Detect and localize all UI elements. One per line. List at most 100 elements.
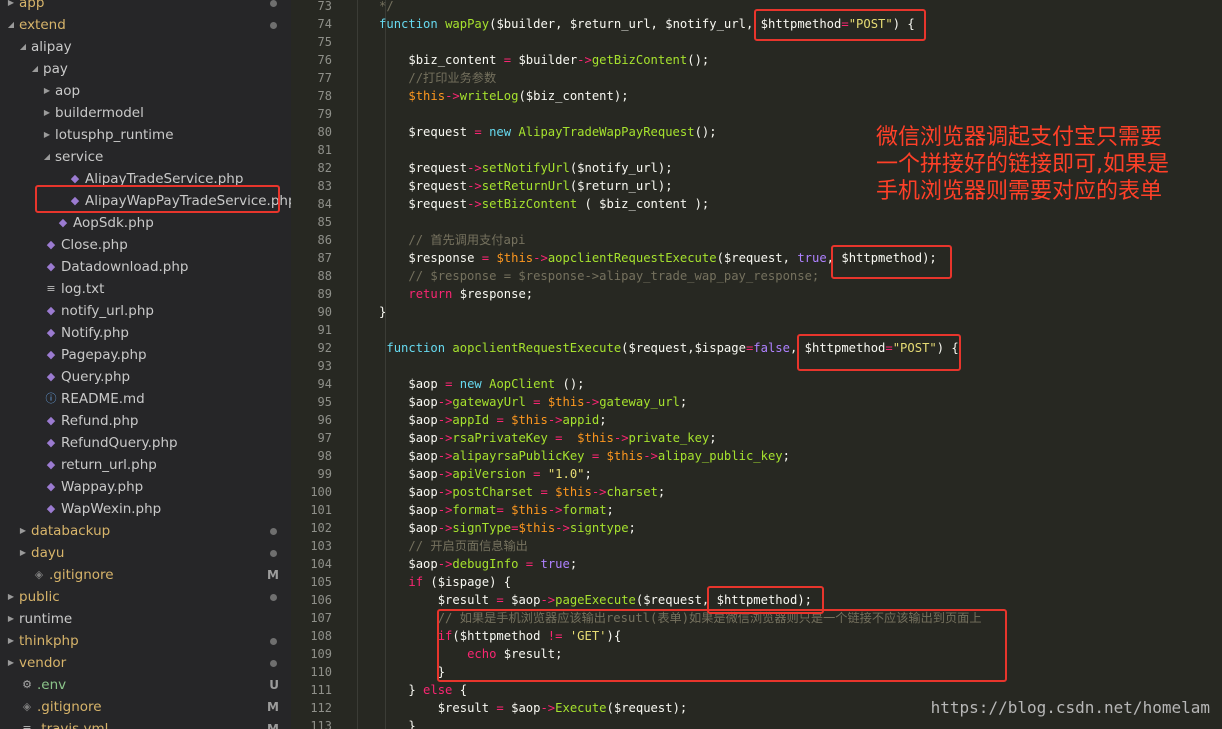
chevron-right-icon[interactable]: ▶ xyxy=(18,542,28,564)
code-line[interactable]: //打印业务参数 xyxy=(357,69,496,87)
code-line[interactable]: // $response = $response->alipay_trade_w… xyxy=(357,267,819,285)
code-line[interactable]: } xyxy=(357,663,445,681)
tree-item-php[interactable]: ◆ Refund.php xyxy=(0,410,291,432)
code-line[interactable]: $request->setReturnUrl($return_url); xyxy=(357,177,673,195)
code-line[interactable]: } xyxy=(357,303,386,321)
tree-item-folder[interactable]: ▶ aop xyxy=(0,80,291,102)
code-line[interactable]: $request->setBizContent ( $biz_content )… xyxy=(357,195,709,213)
chevron-right-icon[interactable]: ▶ xyxy=(6,608,16,630)
chevron-down-icon[interactable]: ◢ xyxy=(6,14,16,36)
code-line[interactable]: */ xyxy=(357,0,394,15)
line-number: 102 xyxy=(310,521,332,535)
code-line[interactable]: $aop->apiVersion = "1.0"; xyxy=(357,465,591,483)
tree-item-php[interactable]: ◆ RefundQuery.php xyxy=(0,432,291,454)
code-line[interactable]: $aop->postCharset = $this->charset; xyxy=(357,483,665,501)
php-file-icon: ◆ xyxy=(46,414,56,427)
tree-item-folder[interactable]: ▶ app xyxy=(0,0,291,14)
tree-item-php[interactable]: ◆ AopSdk.php xyxy=(0,212,291,234)
tree-item-folder[interactable]: ▶ buildermodel xyxy=(0,102,291,124)
code-token: "1.0" xyxy=(547,467,585,481)
tree-item-text[interactable]: ≡ .travis.yml M xyxy=(0,718,291,729)
code-line[interactable]: $aop->alipayrsaPublicKey = $this->alipay… xyxy=(357,447,790,465)
chevron-down-icon[interactable]: ◢ xyxy=(18,36,28,58)
chevron-right-icon[interactable]: ▶ xyxy=(42,80,52,102)
code-line[interactable]: $aop = new AopClient (); xyxy=(357,375,584,393)
code-token: ; xyxy=(679,395,688,409)
tree-item-folder[interactable]: ▶ thinkphp xyxy=(0,630,291,652)
tree-item-php[interactable]: ◆ Notify.php xyxy=(0,322,291,344)
tree-item-php[interactable]: ◆ Wappay.php xyxy=(0,476,291,498)
chevron-right-icon[interactable]: ▶ xyxy=(6,630,16,652)
code-line[interactable]: $aop->gatewayUrl = $this->gateway_url; xyxy=(357,393,687,411)
tree-item-folder[interactable]: ▶ vendor xyxy=(0,652,291,674)
chevron-right-icon[interactable]: ▶ xyxy=(18,520,28,542)
tree-item-info[interactable]: ⓘ README.md xyxy=(0,388,291,410)
chevron-right-icon[interactable]: ▶ xyxy=(6,586,16,608)
code-line[interactable]: // 开启页面信息输出 xyxy=(357,537,528,555)
code-token: -> xyxy=(467,197,482,211)
tree-item-text[interactable]: ≡ log.txt xyxy=(0,278,291,300)
code-token: -> xyxy=(437,395,453,409)
tree-item-label: app xyxy=(19,0,45,11)
tree-item-label: notify_url.php xyxy=(61,303,154,319)
tree-item-label: Wappay.php xyxy=(61,479,144,495)
chevron-right-icon[interactable]: ▶ xyxy=(6,652,16,674)
code-line[interactable]: $aop->signType=$this->signtype; xyxy=(357,519,636,537)
tree-item-folder[interactable]: ▶ public xyxy=(0,586,291,608)
tree-item-folder[interactable]: ▶ runtime xyxy=(0,608,291,630)
code-token: */ xyxy=(357,0,394,13)
code-token: ); xyxy=(657,179,673,193)
code-line[interactable]: $result = $aop->Execute($request); xyxy=(357,699,688,717)
tree-item-php[interactable]: ◆ Query.php xyxy=(0,366,291,388)
code-line[interactable]: $aop->format= $this->format; xyxy=(357,501,614,519)
code-line[interactable]: $aop->debugInfo = true; xyxy=(357,555,577,573)
tree-item-php[interactable]: ◆ WapWexin.php xyxy=(0,498,291,520)
chevron-down-icon[interactable]: ◢ xyxy=(30,58,40,80)
code-line[interactable]: $aop->appId = $this->appid; xyxy=(357,411,606,429)
line-number: 85 xyxy=(317,215,332,229)
code-token: setBizContent xyxy=(481,197,578,211)
code-line[interactable]: $biz_content = $builder->getBizContent()… xyxy=(357,51,709,69)
chevron-right-icon[interactable]: ▶ xyxy=(42,124,52,146)
code-line[interactable]: $request = new AlipayTradeWapPayRequest(… xyxy=(357,123,716,141)
chevron-down-icon[interactable]: ◢ xyxy=(42,146,52,168)
tree-item-folder[interactable]: ◢ pay xyxy=(0,58,291,80)
tree-item-folder[interactable]: ▶ dayu xyxy=(0,542,291,564)
code-token: $aop xyxy=(408,413,438,427)
line-number-gutter: 73 74 75 76 77 78 79 80 81 82 83 84 85 86 87 88 89 90 91 92… xyxy=(291,0,351,729)
code-line[interactable]: return $response; xyxy=(357,285,533,303)
code-token: // 首先调用支付api xyxy=(357,233,526,247)
code-token: alipayrsaPublicKey xyxy=(452,449,585,463)
tree-item-folder[interactable]: ▶ lotusphp_runtime xyxy=(0,124,291,146)
code-editor[interactable]: 73 74 75 76 77 78 79 80 81 82 83 84 85 86 87 88 89 90 91 92… xyxy=(291,0,1222,729)
code-token: } xyxy=(357,665,446,679)
tree-item-php[interactable]: ◆ return_url.php xyxy=(0,454,291,476)
tree-item-gear[interactable]: ⚙ .env U xyxy=(0,674,291,696)
tree-item-folder[interactable]: ◢ extend xyxy=(0,14,291,36)
tree-item-php[interactable]: ◆ notify_url.php xyxy=(0,300,291,322)
tree-item-folder[interactable]: ◢ service xyxy=(0,146,291,168)
tree-item-php[interactable]: ◆ Close.php xyxy=(0,234,291,256)
code-line[interactable]: $this->writeLog($biz_content); xyxy=(357,87,628,105)
chevron-right-icon[interactable]: ▶ xyxy=(6,0,16,14)
code-line[interactable]: // 首先调用支付api xyxy=(357,231,526,249)
tree-item-php[interactable]: ◆ Datadownload.php xyxy=(0,256,291,278)
code-line[interactable]: $request->setNotifyUrl($notify_url); xyxy=(357,159,672,177)
tree-item-git[interactable]: ◈ .gitignore M xyxy=(0,564,291,586)
tree-item-php[interactable]: ◆ Pagepay.php xyxy=(0,344,291,366)
tree-item-folder[interactable]: ◢ alipay xyxy=(0,36,291,58)
line-number: 88 xyxy=(317,269,332,283)
chevron-right-icon[interactable]: ▶ xyxy=(42,102,52,124)
code-line[interactable]: $aop->rsaPrivateKey = $this->private_key… xyxy=(357,429,716,447)
code-line[interactable]: } xyxy=(357,717,415,729)
tree-item-folder[interactable]: ▶ databackup xyxy=(0,520,291,542)
code-line[interactable]: if ($ispage) { xyxy=(357,573,511,591)
tree-item-git[interactable]: ◈ .gitignore M xyxy=(0,696,291,718)
code-token: $aop xyxy=(408,449,438,463)
code-line[interactable]: } else { xyxy=(357,681,467,699)
